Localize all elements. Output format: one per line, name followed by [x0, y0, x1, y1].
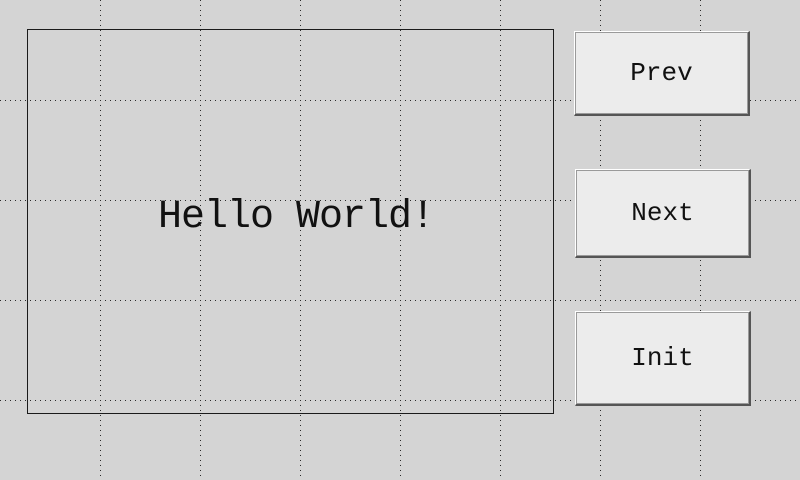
init-button[interactable]: Init	[575, 311, 751, 406]
display-text: Hello World!	[158, 195, 435, 240]
next-button[interactable]: Next	[575, 169, 751, 258]
prev-button[interactable]: Prev	[574, 31, 750, 116]
display-panel: Hello World!	[27, 29, 554, 414]
